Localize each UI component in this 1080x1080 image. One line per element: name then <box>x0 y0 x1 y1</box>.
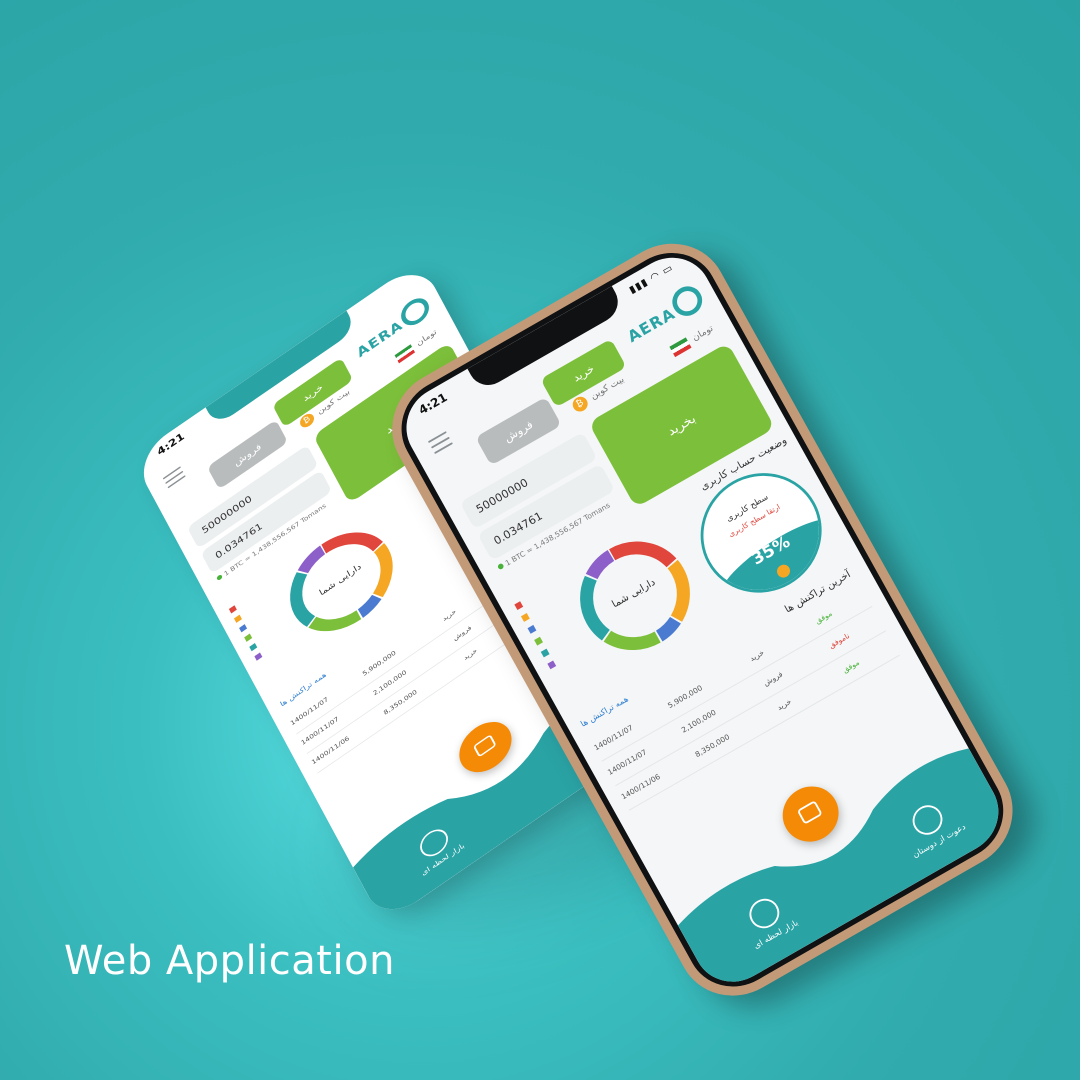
legend-swatch <box>514 601 524 611</box>
cell-type: خرید <box>775 697 793 712</box>
wallet-icon <box>796 800 823 825</box>
menu-icon[interactable] <box>427 431 453 455</box>
showcase-background: 4:21 AERA ₿ بیت کوین تومان فروش خرید 500… <box>0 0 1080 1080</box>
legend-swatch <box>228 605 237 614</box>
cell-status: موفق <box>841 658 861 675</box>
iran-flag-icon <box>669 337 692 358</box>
cell-type: فروش <box>762 670 785 688</box>
legend-swatch <box>249 643 258 652</box>
fiat-label: تومان <box>690 323 715 344</box>
legend-swatch <box>540 648 550 658</box>
legend-swatch <box>254 652 263 661</box>
cell-type: خرید <box>441 608 458 623</box>
legend-swatch <box>547 660 557 670</box>
cell-type: خرید <box>462 647 479 662</box>
legend-swatch <box>233 614 242 623</box>
legend-swatch <box>239 624 248 633</box>
iran-flag-icon <box>394 344 416 364</box>
legend-swatch <box>527 624 537 634</box>
logo-text: AERA <box>624 304 679 347</box>
live-dot-icon <box>216 573 223 582</box>
menu-icon[interactable] <box>162 466 186 489</box>
legend-swatch <box>244 633 253 642</box>
cell-status: ناموفق <box>827 631 852 650</box>
wallet-icon <box>472 734 497 758</box>
status-time: 4:21 <box>155 430 187 459</box>
legend-swatch <box>534 636 543 646</box>
fiat-label: تومان <box>415 327 439 348</box>
status-time: 4:21 <box>416 390 450 418</box>
cell-status: موفق <box>814 609 834 626</box>
cell-type: فروش <box>451 624 473 642</box>
cell-type: خرید <box>748 648 766 663</box>
legend-swatch <box>520 613 530 622</box>
live-dot-icon <box>496 562 505 571</box>
caption-title: Web Application <box>64 938 395 984</box>
